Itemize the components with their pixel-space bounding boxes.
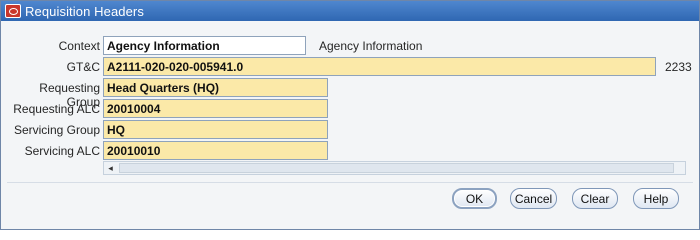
context-description: Agency Information: [319, 39, 423, 53]
clear-button[interactable]: Clear: [572, 188, 618, 209]
title-bar: Requisition Headers: [1, 1, 699, 21]
requesting-group-field[interactable]: Head Quarters (HQ): [103, 78, 328, 97]
scroll-thumb[interactable]: [119, 163, 674, 173]
button-bar-divider: [7, 182, 693, 183]
ok-button[interactable]: OK: [452, 188, 497, 209]
context-label: Context: [58, 39, 100, 53]
requesting-alc-field[interactable]: 20010004: [103, 99, 328, 118]
servicing-alc-field[interactable]: 20010010: [103, 141, 328, 160]
servicing-group-field[interactable]: HQ: [103, 120, 328, 139]
servicing-alc-label: Servicing ALC: [24, 144, 100, 158]
requesting-alc-label: Requesting ALC: [13, 102, 100, 116]
scroll-left-arrow-icon[interactable]: ◂: [104, 162, 117, 174]
servicing-group-label: Servicing Group: [13, 123, 100, 137]
gtc-field[interactable]: A2111-020-020-005941.0: [103, 57, 656, 76]
form-content: Context Agency Information Agency Inform…: [1, 22, 699, 229]
requisition-headers-window: Requisition Headers Context Agency Infor…: [0, 0, 700, 230]
cancel-button[interactable]: Cancel: [510, 188, 557, 209]
oracle-icon: [5, 4, 21, 18]
help-button[interactable]: Help: [633, 188, 679, 209]
gtc-label: GT&C: [66, 60, 100, 74]
horizontal-scrollbar[interactable]: ◂: [103, 161, 686, 175]
gtc-overflow-text: 2233: [665, 60, 692, 74]
context-field[interactable]: Agency Information: [103, 36, 306, 55]
window-title: Requisition Headers: [25, 3, 144, 19]
